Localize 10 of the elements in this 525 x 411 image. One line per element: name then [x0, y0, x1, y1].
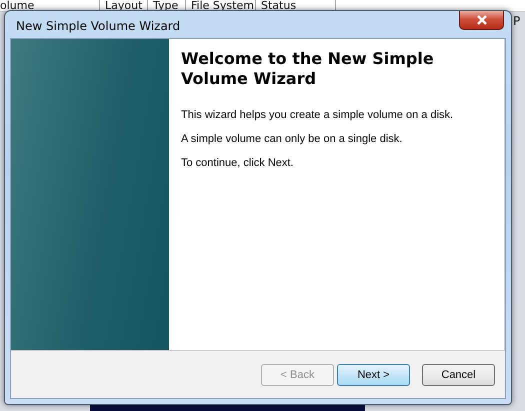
table-cell: P	[513, 14, 520, 28]
wizard-text: To continue, click Next.	[181, 157, 294, 169]
close-button[interactable]	[459, 11, 504, 30]
wizard-text: This wizard helps you create a simple volume on a disk.	[181, 109, 454, 121]
wizard-button[interactable]: Next >	[337, 364, 410, 386]
wizard-heading: Welcome to the New Simple Volume Wizard	[181, 49, 435, 89]
window-title: New Simple Volume Wizard	[15, 18, 180, 33]
wizard-button[interactable]: Cancel	[422, 364, 495, 386]
wizard-text: A simple volume can only be on a single disk.	[181, 133, 404, 145]
close-icon	[476, 15, 488, 25]
